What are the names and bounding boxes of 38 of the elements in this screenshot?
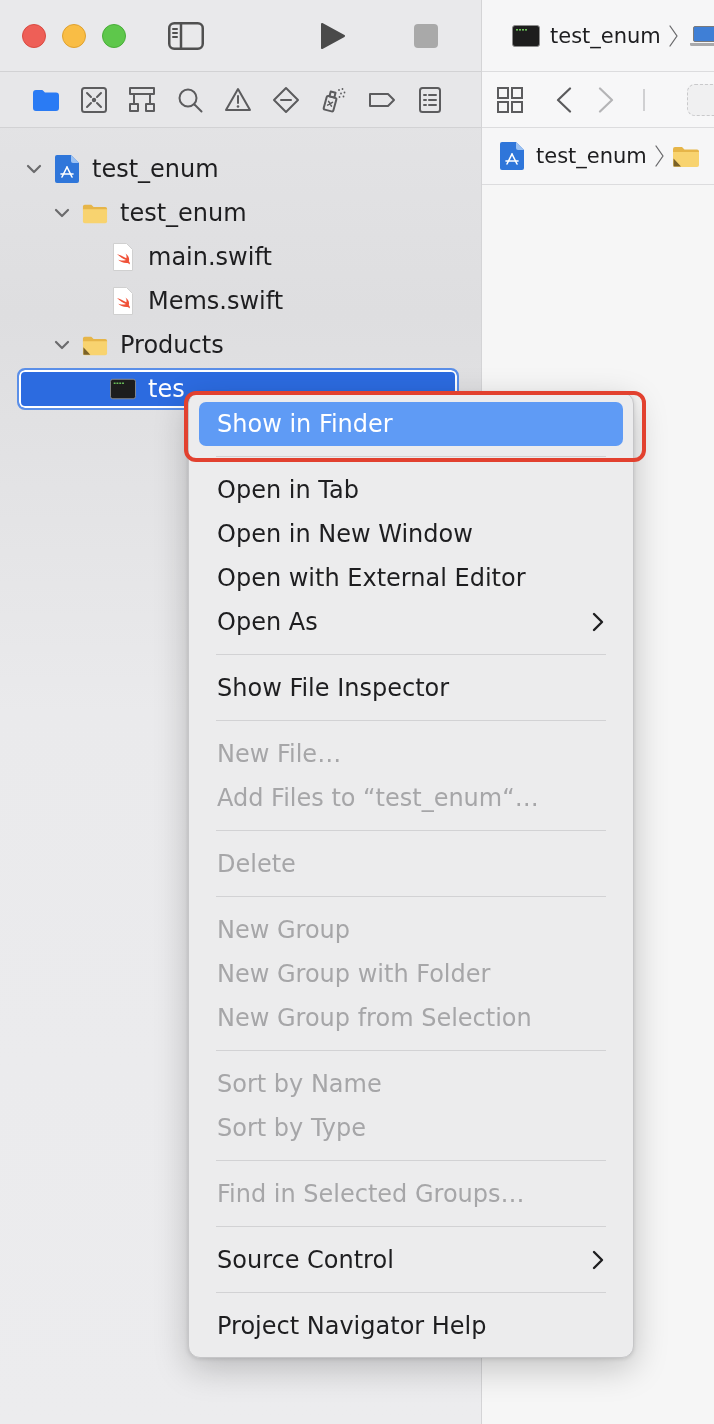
tree-row[interactable]: Products bbox=[17, 324, 459, 366]
warning-icon[interactable] bbox=[224, 85, 252, 114]
chevron-down-icon[interactable] bbox=[54, 208, 70, 218]
menu-item[interactable]: Open in New Window bbox=[199, 512, 623, 556]
terminal-icon bbox=[512, 24, 540, 47]
tree-row[interactable]: test_enum bbox=[17, 148, 459, 190]
menu-item[interactable]: Open in Tab bbox=[199, 468, 623, 512]
folder-icon[interactable] bbox=[671, 144, 700, 168]
breadcrumb-item[interactable]: test_enum bbox=[536, 144, 647, 168]
menu-item[interactable]: Project Navigator Help bbox=[199, 1304, 623, 1348]
grid-icon[interactable] bbox=[497, 86, 523, 113]
chevron-down-icon[interactable] bbox=[54, 340, 70, 350]
close-button[interactable] bbox=[22, 23, 46, 48]
crossed-square-icon[interactable] bbox=[80, 85, 108, 114]
back-chevron-icon[interactable] bbox=[556, 86, 572, 113]
swift-file-icon bbox=[112, 243, 134, 271]
project-file-icon bbox=[55, 155, 79, 183]
project-file-icon[interactable] bbox=[500, 142, 524, 170]
tree-row[interactable]: Mems.swift bbox=[17, 280, 459, 322]
scheme-name[interactable]: test_enum bbox=[550, 23, 661, 48]
chevron-right-icon bbox=[668, 24, 678, 47]
tree-row[interactable]: main.swift bbox=[17, 236, 459, 278]
chevron-down-icon[interactable] bbox=[26, 164, 42, 174]
play-icon[interactable] bbox=[320, 21, 346, 50]
spray-bottle-icon[interactable] bbox=[320, 85, 348, 114]
list-icon[interactable] bbox=[416, 85, 444, 114]
menu-item[interactable]: Source Control bbox=[199, 1238, 623, 1282]
menu-item[interactable]: Show File Inspector bbox=[199, 666, 623, 710]
sidebar-toggle-icon[interactable] bbox=[168, 21, 204, 50]
terminal-icon bbox=[110, 378, 136, 400]
chevron-right-icon bbox=[654, 145, 664, 167]
diamond-icon[interactable] bbox=[272, 85, 300, 114]
menu-item[interactable]: Open with External Editor bbox=[199, 556, 623, 600]
menu-item[interactable]: Open As bbox=[199, 600, 623, 644]
tree-row[interactable]: test_enum bbox=[17, 192, 459, 234]
laptop-icon[interactable] bbox=[689, 24, 714, 47]
swift-file-icon bbox=[112, 287, 134, 315]
hierarchy-icon[interactable] bbox=[128, 85, 156, 114]
